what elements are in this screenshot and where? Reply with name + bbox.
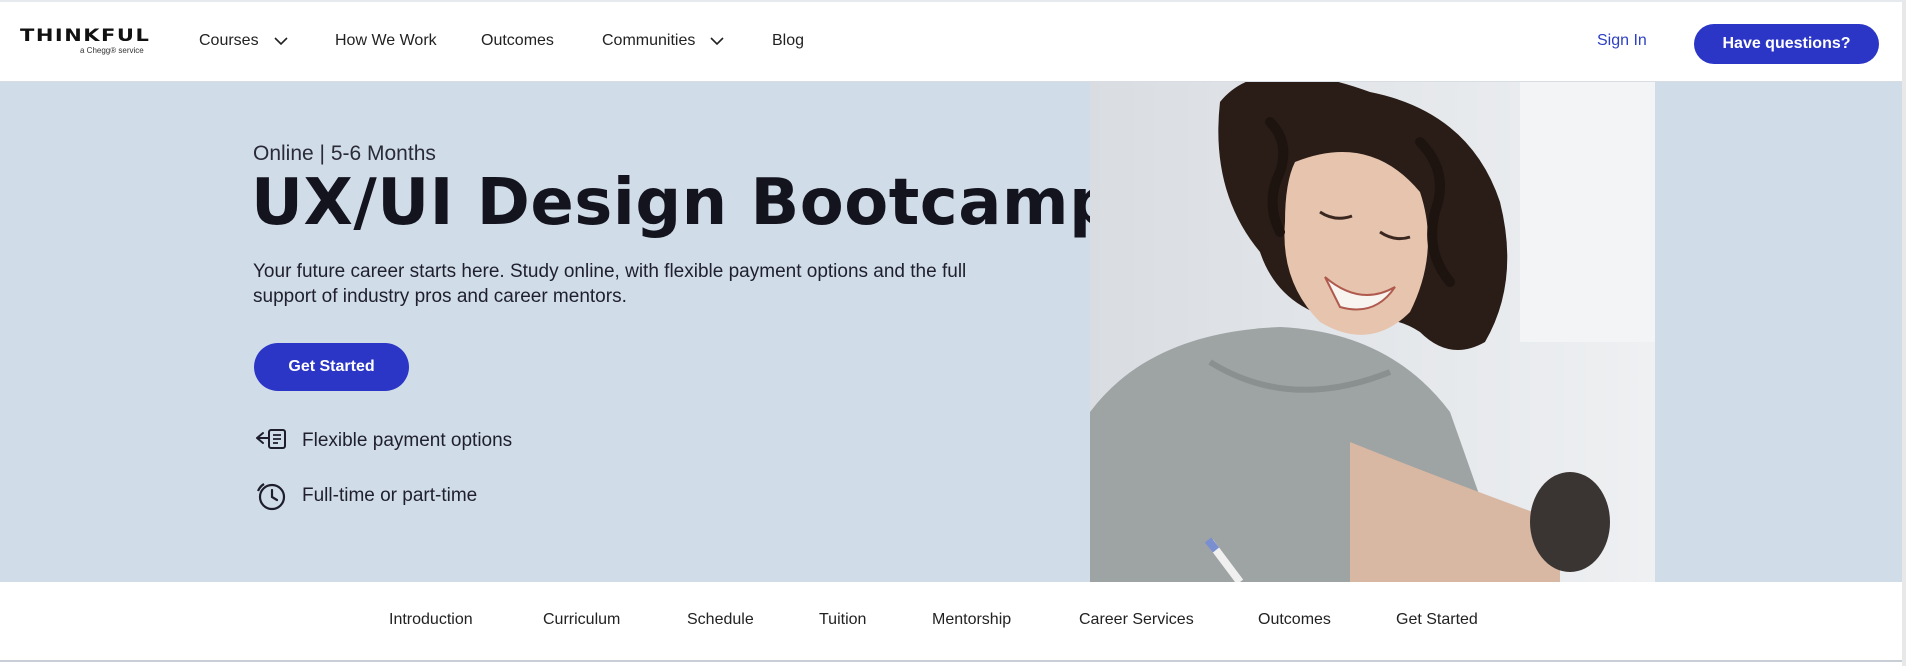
hero-section: Online | 5-6 Months UX/UI Design Bootcam… [0,82,1906,582]
nav-outcomes-label: Outcomes [481,32,554,49]
feature-schedule: Full-time or part-time [254,479,477,513]
nav-communities[interactable]: Communities [602,32,725,50]
nav-courses[interactable]: Courses [199,32,289,50]
subnav-outcomes[interactable]: Outcomes [1258,611,1331,629]
have-questions-button[interactable]: Have questions? [1694,24,1879,64]
nav-courses-label: Courses [199,32,259,49]
subnav-introduction[interactable]: Introduction [389,611,473,629]
subnav-tuition[interactable]: Tuition [819,611,866,629]
nav-how-we-work[interactable]: How We Work [335,32,437,50]
nav-how-we-work-label: How We Work [335,32,437,49]
subnav-schedule[interactable]: Schedule [687,611,754,629]
thinkful-logo[interactable]: THINKFUL a Chegg® service [20,26,152,60]
subnav-curriculum[interactable]: Curriculum [543,611,620,629]
feature-flexible-payment: Flexible payment options [254,424,512,458]
nav-communities-label: Communities [602,32,696,49]
top-navigation: THINKFUL a Chegg® service Courses How We… [0,0,1906,82]
course-format-kicker: Online | 5-6 Months [253,142,436,165]
payment-hand-icon [254,424,288,458]
subnav-get-started[interactable]: Get Started [1396,611,1478,629]
hero-description: Your future career starts here. Study on… [253,261,967,307]
page-scrollbar[interactable] [1902,0,1906,666]
logo-wordmark: THINKFUL [20,25,151,45]
nav-outcomes[interactable]: Outcomes [481,32,554,50]
section-navigation: Introduction Curriculum Schedule Tuition… [0,582,1906,662]
hero-photo-student [1090,82,1655,582]
subnav-career-services[interactable]: Career Services [1079,611,1194,629]
subnav-mentorship[interactable]: Mentorship [932,611,1011,629]
feature-schedule-label: Full-time or part-time [302,485,478,506]
page-title: UX/UI Design Bootcamp [251,166,1116,240]
sign-in-link[interactable]: Sign In [1597,32,1647,50]
nav-blog-label: Blog [772,32,805,49]
feature-flexible-payment-label: Flexible payment options [302,430,513,451]
chevron-down-icon [273,33,289,49]
clock-timer-icon [254,479,288,513]
get-started-button[interactable]: Get Started [254,343,409,391]
chevron-down-icon [709,33,725,49]
logo-subtitle: a Chegg® service [80,46,144,55]
nav-blog[interactable]: Blog [772,32,804,50]
